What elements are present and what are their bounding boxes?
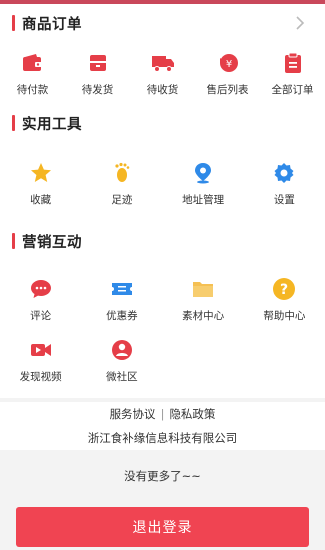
marketing-materials[interactable]: 素材中心 [163, 276, 244, 323]
cell-label: 地址管理 [182, 194, 225, 206]
service-agreement-link[interactable]: 服务协议 [110, 407, 156, 421]
marketing-videos[interactable]: 发现视频 [0, 337, 81, 384]
box-icon [85, 50, 111, 76]
orders-header[interactable]: 商品订单 [0, 4, 325, 42]
link-separator: | [160, 407, 165, 421]
section-marker [12, 115, 15, 131]
footer: 服务协议 | 隐私政策 浙江食补缘信息科技有限公司 [0, 402, 325, 450]
tools-grid: 收藏 足迹 地址管理 设置 [0, 142, 325, 222]
cell-label: 全部订单 [271, 84, 314, 96]
order-pending-receipt[interactable]: 待收货 [130, 50, 195, 104]
star-icon [28, 160, 54, 186]
logout-button[interactable]: 退出登录 [16, 507, 309, 547]
privacy-policy-link[interactable]: 隐私政策 [169, 407, 215, 421]
video-icon [28, 337, 54, 363]
marketing-coupons[interactable]: 优惠券 [81, 276, 162, 323]
cell-label: 评论 [30, 310, 52, 322]
marketing-comments[interactable]: 评论 [0, 276, 81, 323]
order-pending-shipment[interactable]: 待发货 [65, 50, 130, 104]
cell-label: 售后列表 [206, 84, 249, 96]
svg-text:¥: ¥ [225, 59, 231, 70]
location-icon [190, 160, 216, 186]
chevron-right-icon[interactable] [291, 14, 309, 32]
tool-settings[interactable]: 设置 [244, 160, 325, 222]
section-title: 实用工具 [22, 116, 82, 133]
order-after-sales[interactable]: ¥ 售后列表 [195, 50, 260, 104]
help-icon: ? [271, 276, 297, 302]
marketing-grid-row-1: 评论 优惠券 素材中心 ? 帮助中心 [0, 260, 325, 323]
cell-label: 发现视频 [19, 371, 62, 383]
marketing-help[interactable]: ? 帮助中心 [244, 276, 325, 323]
tools-header: 实用工具 [0, 104, 325, 142]
company-name: 浙江食补缘信息科技有限公司 [87, 431, 238, 445]
cell-label: 设置 [273, 194, 295, 206]
tool-address[interactable]: 地址管理 [163, 160, 244, 222]
cell-label: 素材中心 [182, 310, 225, 322]
orders-panel: 商品订单 待付款 待发货 待收货 ¥ 售后列表 全部订单 [0, 4, 325, 104]
section-marker [12, 233, 15, 249]
cell-label: 待收货 [146, 84, 179, 96]
section-marker [12, 15, 15, 31]
marketing-header: 营销互动 [0, 222, 325, 260]
footprint-icon [109, 160, 135, 186]
footer-links: 服务协议 | 隐私政策 [0, 404, 325, 424]
cell-label: 帮助中心 [263, 310, 306, 322]
cell-label: 足迹 [111, 194, 133, 206]
tool-footprints[interactable]: 足迹 [81, 160, 162, 222]
svg-text:?: ? [280, 282, 288, 298]
marketing-community[interactable]: 微社区 [81, 337, 162, 384]
section-title: 商品订单 [22, 16, 82, 33]
cell-label: 待付款 [16, 84, 49, 96]
orders-grid: 待付款 待发货 待收货 ¥ 售后列表 全部订单 [0, 42, 325, 104]
gear-icon [271, 160, 297, 186]
marketing-grid-row-2: 发现视频 微社区 [0, 323, 325, 384]
no-more-text: 没有更多了~~ [124, 469, 201, 483]
section-title: 营销互动 [22, 234, 82, 251]
coupon-icon [109, 276, 135, 302]
community-icon [109, 337, 135, 363]
tools-panel: 实用工具 收藏 足迹 地址管理 设置 [0, 104, 325, 222]
order-pending-payment[interactable]: 待付款 [0, 50, 65, 104]
truck-icon [150, 50, 176, 76]
comment-icon [28, 276, 54, 302]
cell-label: 收藏 [30, 194, 52, 206]
cell-label: 微社区 [106, 371, 138, 383]
clipboard-icon [280, 50, 306, 76]
wallet-icon [20, 50, 46, 76]
cell-label: 优惠券 [106, 310, 138, 322]
tool-favorites[interactable]: 收藏 [0, 160, 81, 222]
cell-label: 待发货 [81, 84, 114, 96]
refund-icon: ¥ [215, 50, 241, 76]
marketing-panel: 营销互动 评论 优惠券 素材中心 ? 帮助中心 发现视频 微社区 [0, 222, 325, 398]
folder-icon [190, 276, 216, 302]
order-all[interactable]: 全部订单 [260, 50, 325, 104]
